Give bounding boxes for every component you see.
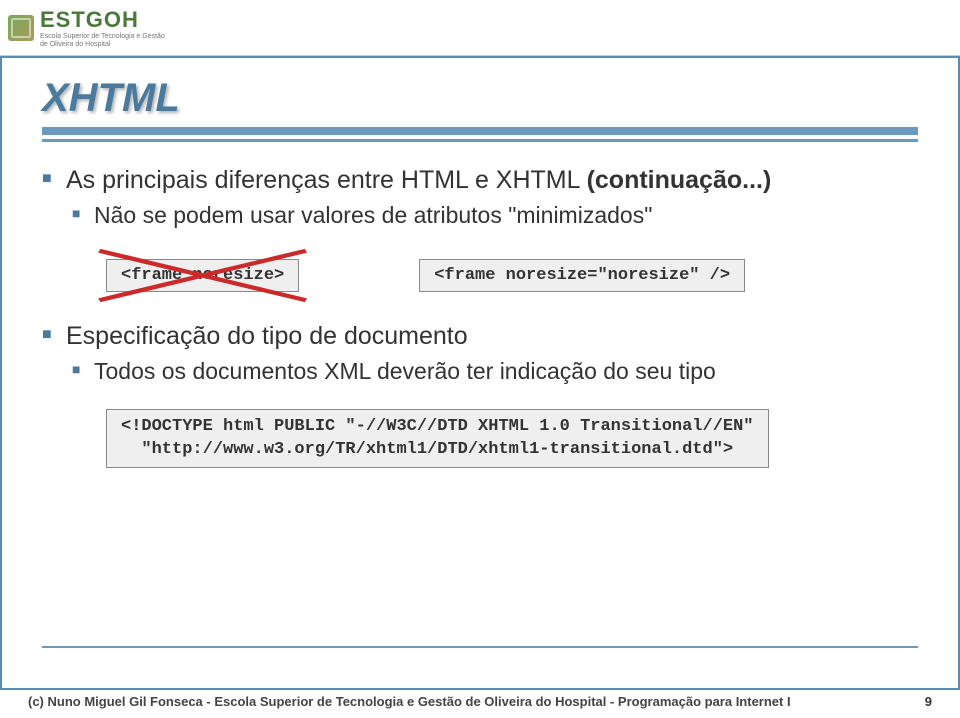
intro-text-a: As principais diferenças entre HTML e XH… <box>66 166 587 194</box>
code-right: <frame noresize="noresize" /> <box>419 259 745 292</box>
bullet-item-spec: Especificação do tipo de documento Todos… <box>42 320 918 387</box>
body-content: As principais diferenças entre HTML e XH… <box>42 164 918 468</box>
code-wrong: <frame noresize> <box>106 259 299 292</box>
code-right-text: <frame noresize="noresize" /> <box>434 266 730 285</box>
title-wrap: XHTML <box>42 76 918 121</box>
logo-subtitle-1: Escola Superior de Tecnologia e Gestão <box>40 33 165 41</box>
page-title: XHTML <box>42 76 180 120</box>
doctype-code: <!DOCTYPE html PUBLIC "-//W3C//DTD XHTML… <box>106 409 769 469</box>
intro-text-b: (continuação...) <box>587 166 772 194</box>
slide-content: XHTML As principais diferenças entre HTM… <box>2 58 958 688</box>
bar-thin <box>42 139 918 142</box>
bullet-list-1-sub: Não se podem usar valores de atributos "… <box>66 200 918 231</box>
title-underline <box>42 127 918 142</box>
bullet-item-spec-sub: Todos os documentos XML deverão ter indi… <box>72 356 918 387</box>
bar-thick <box>42 127 918 135</box>
app-header: ESTGOH Escola Superior de Tecnologia e G… <box>0 0 960 56</box>
code-examples-row: <frame noresize> <frame noresize="noresi… <box>106 259 918 292</box>
bullet-item-intro: As principais diferenças entre HTML e XH… <box>42 164 918 231</box>
spec-heading: Especificação do tipo de documento <box>66 322 468 350</box>
logo-text-block: ESTGOH Escola Superior de Tecnologia e G… <box>40 7 165 48</box>
bottom-separator <box>42 646 918 648</box>
page-number: 9 <box>925 694 932 709</box>
bullet-list-2-sub: Todos os documentos XML deverão ter indi… <box>66 356 918 387</box>
bullet-list-1: As principais diferenças entre HTML e XH… <box>42 164 918 231</box>
slide-frame: XHTML As principais diferenças entre HTM… <box>0 56 960 690</box>
logo-title: ESTGOH <box>40 7 165 33</box>
footer-text: (c) Nuno Miguel Gil Fonseca - Escola Sup… <box>28 694 791 709</box>
bullet-list-2: Especificação do tipo de documento Todos… <box>42 320 918 387</box>
code-wrong-text: <frame noresize> <box>121 266 284 285</box>
slide-footer: (c) Nuno Miguel Gil Fonseca - Escola Sup… <box>0 690 960 718</box>
bullet-item-minimized: Não se podem usar valores de atributos "… <box>72 200 918 231</box>
logo-icon <box>8 15 34 41</box>
logo-subtitle-2: de Oliveira do Hospital <box>40 41 165 49</box>
